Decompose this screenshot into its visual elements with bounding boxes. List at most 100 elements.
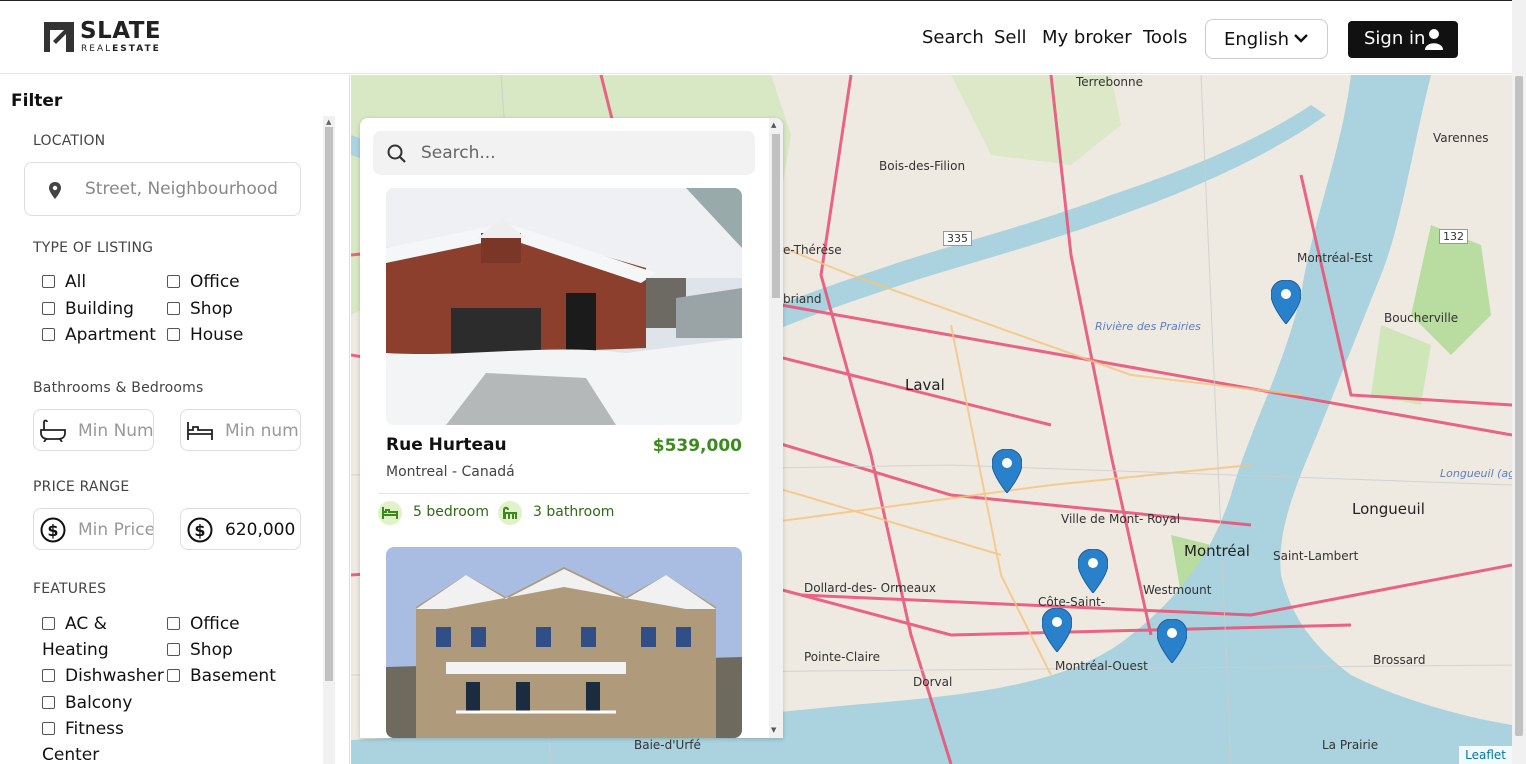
page-scrollbar[interactable] — [1512, 0, 1526, 764]
max-price-value: 620,000 — [225, 520, 296, 540]
map-marker-2[interactable] — [992, 449, 1022, 493]
filter-sidebar: Filter ▲ LOCATION Street, Neighbourhood … — [0, 75, 350, 764]
map-label-varennes: Varennes — [1433, 131, 1489, 145]
user-icon — [1425, 29, 1443, 50]
dollar-icon: $ — [187, 517, 213, 543]
map-label-briand: briand — [783, 292, 822, 306]
checkbox-box[interactable] — [42, 696, 55, 709]
checkbox-box[interactable] — [42, 669, 55, 682]
shower-icon — [498, 501, 522, 525]
checkbox-box[interactable] — [167, 275, 180, 288]
scroll-up-arrow-icon[interactable]: ▲ — [326, 118, 331, 126]
map-marker-1[interactable] — [1271, 280, 1301, 324]
dollar-icon: $ — [40, 517, 66, 543]
page-scrollbar-thumb[interactable] — [1515, 76, 1523, 736]
leaflet-link[interactable]: Leaflet — [1465, 748, 1506, 762]
map-label-riviere-des-prairies: Rivière des Prairies — [1095, 320, 1201, 333]
bathrooms-text: 3 bathroom — [533, 504, 615, 520]
sidebar-scrollbar-thumb[interactable] — [325, 127, 333, 681]
map-label-westmount: Westmount — [1143, 583, 1212, 597]
checkbox-box[interactable] — [167, 617, 180, 630]
language-select[interactable]: English — [1205, 19, 1328, 59]
map-label-pointe-claire: Pointe-Claire — [804, 650, 880, 664]
map-label-dollard-des-ormeaux: Dollard-des- Ormeaux — [804, 581, 936, 595]
checkbox-box[interactable] — [167, 302, 180, 315]
listing-panel: Search... Rue Hurteau $539,000 Montreal … — [360, 118, 783, 738]
map-label-terrebonne: Terrebonne — [1076, 75, 1144, 89]
scroll-up-arrow-icon[interactable]: ▲ — [771, 121, 776, 129]
map-label-boucherville: Boucherville — [1384, 311, 1459, 325]
filter-title: Filter — [11, 91, 63, 111]
nav-sell[interactable]: Sell — [994, 27, 1027, 48]
nav-tools[interactable]: Tools — [1143, 27, 1187, 48]
map-label-laval: Laval — [905, 376, 945, 394]
map-marker-5[interactable] — [1157, 619, 1187, 663]
language-label: English — [1224, 29, 1289, 50]
svg-text:$: $ — [194, 521, 205, 540]
bed-icon — [378, 501, 402, 525]
price-range-label: PRICE RANGE — [33, 479, 130, 495]
location-input[interactable]: Street, Neighbourhood — [24, 162, 301, 216]
checkbox-box[interactable] — [42, 722, 55, 735]
map-label-baie-d-urfe: Baie-d'Urfé — [634, 738, 701, 752]
brand-logo[interactable]: SLATE REALESTATE — [42, 18, 172, 58]
min-bedrooms-placeholder: Min num — [225, 421, 299, 441]
listing-location: Montreal - Canadá — [386, 464, 515, 480]
map-label-montreal-ouest: Montréal-Ouest — [1055, 659, 1148, 673]
map-label-cote-saint: Côte-Saint- — [1038, 595, 1106, 609]
min-bedrooms-input[interactable]: Min num — [180, 409, 301, 451]
min-price-input[interactable]: $ Min Price — [33, 508, 154, 550]
site-header: SLATE REALESTATE Search Sell My broker T… — [0, 1, 1512, 74]
map-label-saint-lambert: Saint-Lambert — [1273, 549, 1359, 563]
map-label-la-prairie: La Prairie — [1322, 738, 1379, 752]
features-label: FEATURES — [33, 581, 107, 597]
checkbox-box[interactable] — [167, 669, 180, 682]
house-photo-image — [386, 547, 742, 738]
checkbox-box[interactable] — [42, 328, 55, 341]
checkbox-box[interactable] — [167, 328, 180, 341]
nav-search[interactable]: Search — [922, 27, 984, 48]
location-pin-icon — [49, 182, 61, 199]
chevron-down-icon — [1294, 34, 1308, 43]
listing-divider — [378, 493, 750, 494]
checkbox-box[interactable] — [42, 617, 55, 630]
listing-panel-scrollbar-thumb[interactable] — [772, 134, 780, 298]
search-icon — [387, 144, 406, 163]
max-price-input[interactable]: $ 620,000 — [180, 508, 301, 550]
sign-in-label: Sign in — [1364, 28, 1426, 49]
bed-icon — [187, 422, 213, 440]
map-label-therese: e-Thérèse — [783, 243, 842, 257]
scroll-down-arrow-icon[interactable]: ▼ — [771, 726, 776, 734]
map-label-longueuil: Longueuil — [1352, 500, 1425, 518]
map-label-ville-de-mont-royal: Ville de Mont- Royal — [1061, 512, 1181, 526]
map-attribution[interactable]: Leaflet — [1459, 746, 1512, 764]
bathtub-icon — [40, 419, 66, 442]
route-shield-132: 132 — [1439, 229, 1468, 244]
listing-search-placeholder: Search... — [421, 143, 496, 163]
map-label-montreal: Montréal — [1184, 542, 1250, 560]
min-bathrooms-input[interactable]: Min Num — [33, 409, 154, 451]
svg-text:$: $ — [47, 521, 58, 540]
checkbox-box[interactable] — [167, 643, 180, 656]
map-label-brossard: Brossard — [1373, 653, 1426, 667]
sign-in-button[interactable]: Sign in — [1348, 21, 1458, 58]
listing-photo-2[interactable] — [386, 547, 742, 738]
min-bathrooms-placeholder: Min Num — [78, 421, 154, 441]
location-label: LOCATION — [33, 133, 106, 149]
listing-price: $539,000 — [652, 436, 742, 456]
listing-photo-1[interactable] — [386, 188, 742, 425]
brand-title: SLATE — [80, 18, 162, 44]
map-label-longueuil-agglomeration: Longueuil (agglomeration) — [1440, 467, 1512, 480]
map-marker-3[interactable] — [1078, 549, 1108, 593]
map-marker-4[interactable] — [1042, 608, 1072, 652]
checkbox-box[interactable] — [42, 302, 55, 315]
rooms-label: Bathrooms & Bedrooms — [33, 380, 204, 396]
nav-my-broker[interactable]: My broker — [1042, 27, 1132, 48]
house-photo-image — [386, 188, 742, 425]
listing-title[interactable]: Rue Hurteau — [386, 435, 507, 455]
brand-subtitle: REALESTATE — [81, 44, 161, 54]
map-label-dorval: Dorval — [913, 675, 953, 689]
checkbox-box[interactable] — [42, 275, 55, 288]
location-placeholder: Street, Neighbourhood — [85, 179, 278, 199]
listing-search-input[interactable]: Search... — [373, 131, 755, 175]
